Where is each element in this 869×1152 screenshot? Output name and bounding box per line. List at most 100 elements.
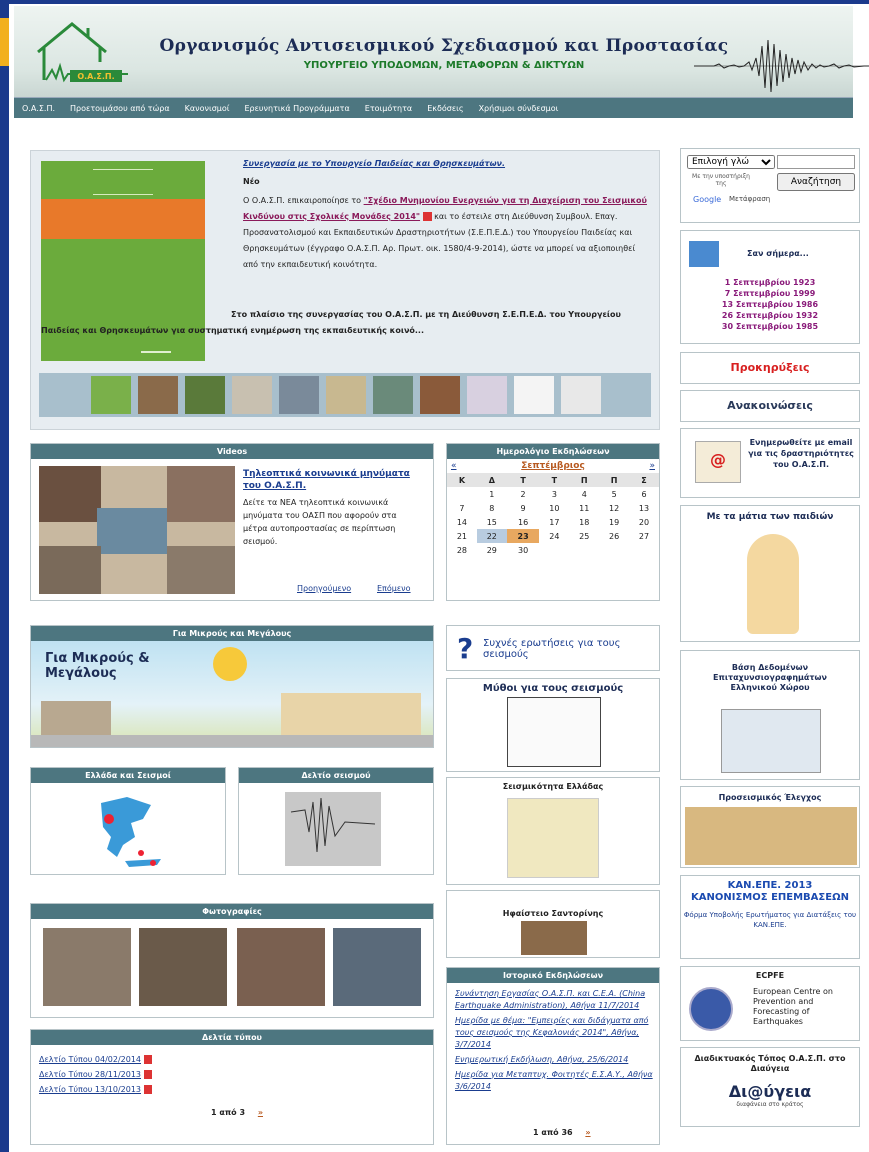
- thumb-6[interactable]: [326, 376, 366, 414]
- press-link-2[interactable]: Δελτίο Τύπου 28/11/2013: [39, 1070, 141, 1079]
- kids-banner[interactable]: Για Μικρούς & Μεγάλους: [31, 641, 433, 747]
- nav-item-readiness[interactable]: Ετοιμότητα: [365, 104, 412, 113]
- nav-item-publications[interactable]: Εκδόσεις: [427, 104, 463, 113]
- calendar-day[interactable]: [447, 487, 477, 501]
- calendar-day[interactable]: 1: [477, 487, 507, 501]
- videos-collage[interactable]: [39, 466, 235, 594]
- calendar-next[interactable]: »: [649, 461, 655, 471]
- calendar-day[interactable]: 16: [507, 515, 540, 529]
- announcements-link[interactable]: Ανακοινώσεις: [727, 399, 813, 412]
- kanepe-form-link[interactable]: Φόρμα Υποβολής Ερωτήματος για Διατάξεις …: [681, 910, 859, 930]
- email-text[interactable]: Ενημερωθείτε με email για τις δραστηριότ…: [747, 437, 855, 470]
- calendar-day[interactable]: 6: [629, 487, 659, 501]
- thumb-8[interactable]: [420, 376, 460, 414]
- calendar-day[interactable]: [599, 543, 629, 557]
- preseismic-panel[interactable]: Προσεισμικός Έλεγχος: [680, 786, 860, 868]
- photo-4[interactable]: [333, 928, 421, 1006]
- thumb-2[interactable]: [138, 376, 178, 414]
- photo-3[interactable]: [237, 928, 325, 1006]
- calendar-day[interactable]: 28: [447, 543, 477, 557]
- history-pager-next[interactable]: »: [585, 1128, 590, 1137]
- kanepe-panel[interactable]: ΚΑΝ.ΕΠΕ. 2013 ΚΑΝΟΝΙΣΜΟΣ ΕΠΕΜΒΑΣΕΩΝ Φόρμ…: [680, 875, 860, 959]
- calendar-day[interactable]: 7: [447, 501, 477, 515]
- today-link-4[interactable]: 26 Σεπτεμβρίου 1932: [681, 310, 859, 321]
- faq-link[interactable]: Συχνές ερωτήσεις για τους σεισμούς: [483, 638, 653, 660]
- calendar-day[interactable]: 12: [599, 501, 629, 515]
- thumb-4[interactable]: [232, 376, 272, 414]
- search-input[interactable]: [777, 155, 855, 169]
- photo-1[interactable]: [43, 928, 131, 1006]
- kids-eyes-panel[interactable]: Με τα μάτια των παιδιών: [680, 505, 860, 642]
- calendar-day[interactable]: [539, 543, 569, 557]
- myths-panel[interactable]: Μύθοι για τους σεισμούς: [446, 678, 660, 772]
- ecpfe-panel[interactable]: ECPFE European Centre on Prevention and …: [680, 966, 860, 1041]
- history-link-2[interactable]: Ημερίδα με θέμα: "Εμπειρίες και διδάγματ…: [455, 1015, 653, 1051]
- history-link-1[interactable]: Συνάντηση Εργασίας Ο.Α.Σ.Π. και C.E.A. (…: [455, 988, 653, 1012]
- volcano-panel[interactable]: Ηφαίστειο Σαντορίνης: [446, 890, 660, 958]
- search-button[interactable]: Αναζήτηση: [777, 173, 855, 191]
- nav-item-research[interactable]: Ερευνητικά Προγράμματα: [244, 104, 349, 113]
- press-link-1[interactable]: Δελτίο Τύπου 04/02/2014: [39, 1055, 141, 1064]
- thumb-1[interactable]: [91, 376, 131, 414]
- email-panel[interactable]: @ Ενημερωθείτε με email για τις δραστηρι…: [680, 428, 860, 498]
- translate-link[interactable]: Μετάφραση: [729, 195, 770, 203]
- thumb-7[interactable]: [373, 376, 413, 414]
- calendar-day[interactable]: 15: [477, 515, 507, 529]
- featured-title-link[interactable]: Συνεργασία με το Υπουργείο Παιδείας και …: [243, 159, 643, 168]
- diavgeia-panel[interactable]: Διαδικτυακός Τόπος Ο.Α.Σ.Π. στο Διαύγεια…: [680, 1047, 860, 1127]
- today-link-3[interactable]: 13 Σεπτεμβρίου 1986: [681, 299, 859, 310]
- calendar-day-today[interactable]: 23: [506, 529, 540, 543]
- calendar-day[interactable]: 30: [507, 543, 540, 557]
- calendar-prev[interactable]: «: [451, 461, 457, 471]
- thumb-3[interactable]: [185, 376, 225, 414]
- calendar-day[interactable]: 18: [569, 515, 599, 529]
- calendar-day[interactable]: 11: [569, 501, 599, 515]
- calendar-day[interactable]: 26: [599, 529, 629, 543]
- thumb-11[interactable]: [561, 376, 601, 414]
- nav-item-regulations[interactable]: Κανονισμοί: [185, 104, 230, 113]
- history-link-4[interactable]: Ημερίδα για Μεταπτυχ. Φοιτητές Ε.Σ.Α.Υ.,…: [455, 1069, 653, 1093]
- calendar-day[interactable]: 13: [629, 501, 659, 515]
- calendar-day[interactable]: 14: [447, 515, 477, 529]
- language-select[interactable]: Επιλογή γλώ: [687, 155, 775, 169]
- calendar-day[interactable]: 20: [629, 515, 659, 529]
- videos-link[interactable]: Τηλεοπτικά κοινωνικά μηνύματα του Ο.Α.Σ.…: [243, 468, 423, 492]
- seismicity-panel[interactable]: Σεισμικότητα Ελλάδας: [446, 777, 660, 885]
- database-panel[interactable]: Βάση Δεδομένων Επιταχυνσιογραφημάτων Ελλ…: [680, 650, 860, 780]
- calendar-day[interactable]: [629, 543, 659, 557]
- calendar-day[interactable]: 25: [569, 529, 599, 543]
- nav-item-prepare[interactable]: Προετοιμάσου από τώρα: [70, 104, 170, 113]
- seismograph-image[interactable]: [285, 792, 381, 866]
- faq-panel[interactable]: ? Συχνές ερωτήσεις για τους σεισμούς: [446, 625, 660, 671]
- calendar-day[interactable]: 19: [599, 515, 629, 529]
- tenders-panel[interactable]: Προκηρύξεις: [680, 352, 860, 384]
- thumb-10[interactable]: [514, 376, 554, 414]
- calendar-day-selected[interactable]: 22: [476, 529, 507, 543]
- photo-2[interactable]: [139, 928, 227, 1006]
- pdf-icon[interactable]: [143, 1085, 152, 1094]
- calendar-day[interactable]: 8: [477, 501, 507, 515]
- calendar-day[interactable]: 17: [539, 515, 569, 529]
- pdf-icon[interactable]: [143, 1070, 152, 1079]
- calendar-day[interactable]: 4: [569, 487, 599, 501]
- calendar-day[interactable]: 10: [539, 501, 569, 515]
- calendar-day[interactable]: 5: [599, 487, 629, 501]
- tenders-link[interactable]: Προκηρύξεις: [730, 361, 809, 374]
- thumb-9[interactable]: [467, 376, 507, 414]
- calendar-day[interactable]: [569, 543, 599, 557]
- nav-item-oasp[interactable]: Ο.Α.Σ.Π.: [22, 104, 55, 113]
- videos-prev-link[interactable]: Προηγούμενο: [297, 584, 351, 593]
- calendar-month[interactable]: Σεπτέμβριος: [521, 461, 585, 471]
- announcements-panel[interactable]: Ανακοινώσεις: [680, 390, 860, 422]
- press-pager-next[interactable]: »: [258, 1108, 263, 1117]
- thumb-5[interactable]: [279, 376, 319, 414]
- calendar-day[interactable]: 9: [507, 501, 540, 515]
- calendar-day[interactable]: 27: [629, 529, 659, 543]
- pdf-icon[interactable]: [422, 212, 432, 221]
- press-link-3[interactable]: Δελτίο Τύπου 13/10/2013: [39, 1085, 141, 1094]
- calendar-day[interactable]: 29: [477, 543, 507, 557]
- calendar-day[interactable]: 2: [507, 487, 540, 501]
- calendar-day[interactable]: 24: [539, 529, 569, 543]
- calendar-day[interactable]: 21: [447, 529, 477, 543]
- calendar-day[interactable]: 3: [539, 487, 569, 501]
